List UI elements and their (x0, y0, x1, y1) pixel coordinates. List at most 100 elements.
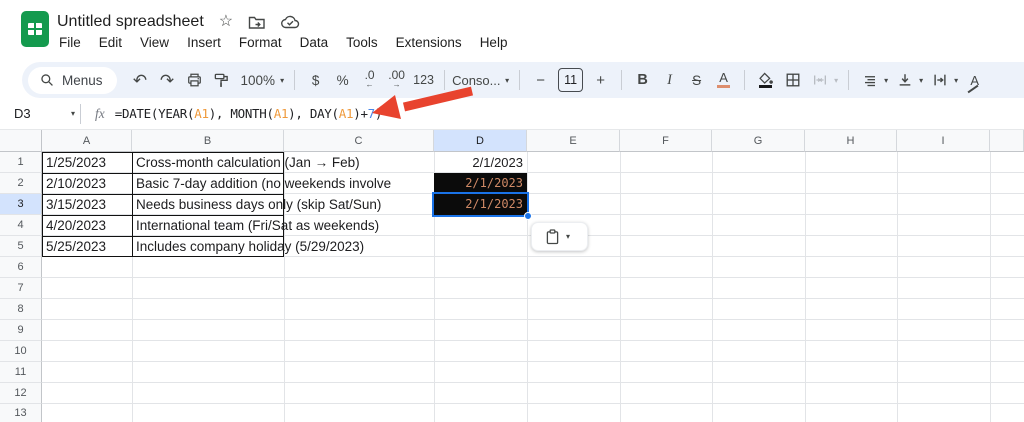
cell-b1[interactable]: Cross-month calculation (Jan → Feb) (136, 154, 432, 171)
arrow-left-icon: ← (365, 80, 374, 89)
horizontal-align-caret[interactable]: ▾ (884, 76, 888, 85)
more-formats-button[interactable]: 123 (410, 67, 437, 93)
column-header-g[interactable]: G (712, 130, 805, 152)
row-header-2[interactable]: 2 (0, 173, 42, 194)
print-button[interactable] (181, 67, 208, 93)
table-border (42, 194, 284, 195)
column-header-c[interactable]: C (284, 130, 434, 152)
row-header-8[interactable]: 8 (0, 299, 42, 320)
cell-b4[interactable]: International team (Fri/Sat as weekends) (136, 217, 432, 234)
select-all-corner[interactable] (0, 130, 42, 152)
menu-edit[interactable]: Edit (90, 35, 131, 53)
move-folder-icon[interactable] (248, 15, 266, 30)
format-percent-button[interactable]: % (329, 67, 356, 93)
undo-button[interactable]: ↶ (127, 67, 154, 93)
document-title[interactable]: Untitled spreadsheet (57, 13, 204, 31)
menu-view[interactable]: View (131, 35, 178, 53)
search-icon (41, 74, 53, 86)
column-header-i[interactable]: I (897, 130, 990, 152)
increase-decimal-button[interactable]: .00 → (383, 67, 410, 93)
menu-data[interactable]: Data (291, 35, 338, 53)
font-size-input[interactable]: 11 (558, 68, 584, 92)
paint-format-button[interactable] (208, 67, 235, 93)
menu-format[interactable]: Format (230, 35, 291, 53)
cell-b5[interactable]: Includes company holiday (5/29/2023) (136, 238, 432, 255)
fill-handle[interactable] (524, 212, 532, 220)
paste-options-button[interactable]: ▾ (531, 222, 588, 251)
strikethrough-button[interactable]: S (683, 67, 710, 93)
cell-d3[interactable]: 2/1/2023 (434, 194, 523, 215)
sheet-cells-area[interactable] (42, 152, 1024, 422)
text-wrap-button[interactable] (926, 67, 953, 93)
row-header-3[interactable]: 3 (0, 194, 42, 215)
column-header-b[interactable]: B (132, 130, 284, 152)
star-icon[interactable]: ☆ (219, 14, 233, 30)
bold-button[interactable]: B (629, 67, 656, 93)
vertical-align-caret[interactable]: ▾ (919, 76, 923, 85)
decrease-decimal-button[interactable]: .0 ← (356, 67, 383, 93)
toolbar-divider (621, 70, 623, 90)
fx-icon: fx (95, 105, 105, 121)
row-header-9[interactable]: 9 (0, 320, 42, 341)
cell-a4[interactable]: 4/20/2023 (46, 217, 129, 234)
toolbar-divider (848, 70, 850, 90)
row-header-1[interactable]: 1 (0, 152, 42, 173)
format-currency-button[interactable]: $ (302, 67, 329, 93)
fill-color-button[interactable] (752, 67, 779, 93)
cell-b2[interactable]: Basic 7-day addition (no weekends involv… (136, 175, 432, 192)
vertical-align-button[interactable] (891, 67, 918, 93)
cell-d1[interactable]: 2/1/2023 (434, 154, 523, 171)
row-header-10[interactable]: 10 (0, 341, 42, 362)
italic-button[interactable]: I (656, 67, 683, 93)
active-cell-reference: D3 (14, 106, 31, 121)
rotation-line (967, 84, 979, 94)
sheets-logo[interactable] (21, 11, 49, 47)
horizontal-align-button[interactable] (856, 67, 883, 93)
decrease-font-size-button[interactable]: − (527, 67, 554, 93)
font-name-select[interactable]: Conso... (452, 73, 504, 88)
cell-d2[interactable]: 2/1/2023 (434, 173, 523, 194)
column-header-partial[interactable] (990, 130, 1024, 152)
gridline (284, 152, 285, 422)
menu-help[interactable]: Help (471, 35, 517, 53)
gridline (990, 152, 991, 422)
cell-a2[interactable]: 2/10/2023 (46, 175, 129, 192)
row-header-11[interactable]: 11 (0, 362, 42, 383)
cell-a1[interactable]: 1/25/2023 (46, 154, 129, 171)
cell-a3[interactable]: 3/15/2023 (46, 196, 129, 213)
gridline (805, 152, 806, 422)
formula-input[interactable]: =DATE(YEAR(A1), MONTH(A1), DAY(A1)+7) (115, 106, 383, 121)
column-header-f[interactable]: F (620, 130, 712, 152)
column-header-a[interactable]: A (42, 130, 132, 152)
formula-bar-divider (80, 103, 81, 124)
column-header-e[interactable]: E (527, 130, 620, 152)
gridline (527, 152, 528, 422)
merge-cells-button[interactable] (806, 67, 833, 93)
redo-button[interactable]: ↷ (154, 67, 181, 93)
increase-font-size-button[interactable]: + (587, 67, 614, 93)
menus-search[interactable]: Menus (28, 66, 117, 94)
chevron-down-icon[interactable]: ▾ (505, 76, 509, 85)
menu-extensions[interactable]: Extensions (387, 35, 471, 53)
row-header-5[interactable]: 5 (0, 236, 42, 257)
zoom-control[interactable]: 100% ▾ (241, 73, 288, 88)
borders-button[interactable] (779, 67, 806, 93)
column-header-d[interactable]: D (434, 130, 527, 152)
row-header-4[interactable]: 4 (0, 215, 42, 236)
row-header-12[interactable]: 12 (0, 383, 42, 404)
row-header-7[interactable]: 7 (0, 278, 42, 299)
zoom-level: 100% (240, 72, 276, 88)
text-color-button[interactable]: A (710, 67, 737, 93)
row-header-13[interactable]: 13 (0, 404, 42, 422)
cell-b3[interactable]: Needs business days only (skip Sat/Sun) (136, 196, 432, 213)
text-wrap-caret[interactable]: ▾ (954, 76, 958, 85)
text-rotation-button[interactable]: A (961, 67, 988, 94)
row-header-6[interactable]: 6 (0, 257, 42, 278)
menu-insert[interactable]: Insert (178, 35, 230, 53)
name-box[interactable]: D3 ▾ (0, 106, 78, 121)
menu-tools[interactable]: Tools (337, 35, 387, 53)
menu-file[interactable]: File (50, 35, 90, 53)
column-header-h[interactable]: H (805, 130, 897, 152)
cloud-status-icon[interactable] (281, 15, 300, 29)
cell-a5[interactable]: 5/25/2023 (46, 238, 129, 255)
